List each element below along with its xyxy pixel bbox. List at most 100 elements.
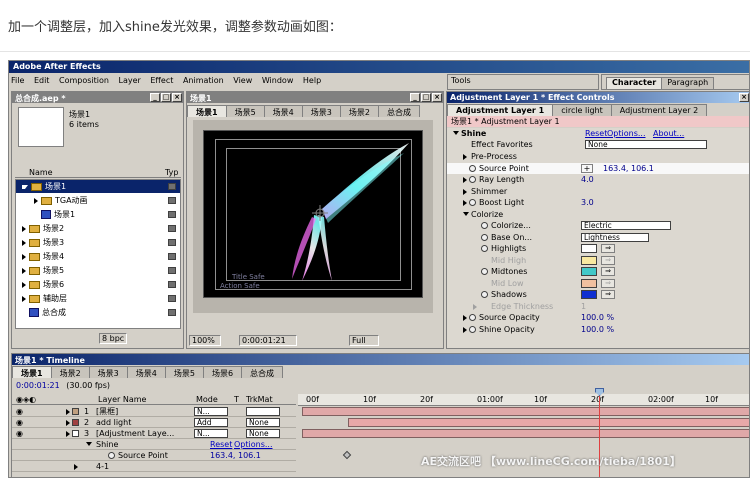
menu-layer[interactable]: Layer (119, 76, 141, 85)
menu-animation[interactable]: Animation (183, 76, 224, 85)
stopwatch-icon[interactable] (481, 245, 488, 252)
tab-comp-5[interactable]: 场景5 (225, 105, 265, 117)
menu-view[interactable]: View (233, 76, 252, 85)
trackmatte-dropdown[interactable]: None (246, 429, 280, 438)
tab-timeline-5[interactable]: 场景5 (164, 366, 204, 378)
close-button[interactable]: × (739, 93, 749, 102)
menu-window[interactable]: Window (262, 76, 294, 85)
label-color-swatch[interactable] (168, 295, 176, 302)
options-link[interactable]: Options... (234, 439, 273, 450)
project-item-2[interactable]: 场景1 (16, 208, 180, 221)
current-time-display[interactable]: 0:00:01:21 (239, 335, 297, 346)
expand-icon[interactable] (463, 177, 467, 183)
tab-comp-3[interactable]: 场景3 (301, 105, 341, 117)
expand-icon[interactable] (463, 154, 467, 160)
project-item-6[interactable]: 场景5 (16, 264, 180, 277)
base-on-dropdown[interactable]: Lightness (581, 233, 649, 242)
minimize-button[interactable]: _ (410, 93, 420, 102)
stopwatch-icon[interactable] (481, 291, 488, 298)
menu-help[interactable]: Help (303, 76, 321, 85)
eyedropper-icon[interactable]: ⇒ (601, 244, 615, 253)
tab-timeline-1[interactable]: 场景1 (12, 366, 52, 378)
eyedropper-icon[interactable]: ⇒ (601, 256, 615, 265)
source-point-row[interactable]: Source Point 163.4, 106.1 (12, 450, 296, 461)
eye-icon[interactable]: ◉ (16, 406, 23, 417)
expand-icon[interactable] (22, 281, 26, 288)
keyframe-icon[interactable] (342, 450, 352, 460)
layer-color-swatch[interactable] (72, 430, 79, 437)
label-color-swatch[interactable] (168, 197, 176, 204)
layer-row-2[interactable]: ◉ 2 add light Add None (12, 417, 296, 428)
tab-comp-1[interactable]: 场景1 (187, 105, 227, 117)
tab-timeline-3[interactable]: 场景3 (88, 366, 128, 378)
expand-icon[interactable] (473, 304, 477, 310)
layer-row-4[interactable]: 4-1 (12, 461, 296, 472)
trackmatte-dropdown[interactable] (246, 407, 280, 416)
label-color-swatch[interactable] (168, 253, 176, 260)
layer-row-3[interactable]: ◉ 3 [Adjustment Laye... N... None (12, 428, 296, 439)
shine-effect-row[interactable]: Shine Reset Options... (12, 439, 296, 450)
expand-icon[interactable] (86, 442, 92, 446)
eyedropper-icon[interactable]: ⇒ (601, 279, 615, 288)
tab-paragraph[interactable]: Paragraph (661, 77, 715, 89)
close-button[interactable]: × (432, 93, 442, 102)
stopwatch-icon[interactable] (481, 234, 488, 241)
expand-icon[interactable] (463, 200, 467, 206)
project-item-3[interactable]: 场景2 (16, 222, 180, 235)
expand-icon[interactable] (22, 267, 26, 274)
colorize-dropdown[interactable]: Electric (581, 221, 671, 230)
tab-timeline-2[interactable]: 场景2 (50, 366, 90, 378)
stopwatch-icon[interactable] (481, 268, 488, 275)
stopwatch-icon[interactable] (469, 314, 476, 321)
stopwatch-icon[interactable] (481, 222, 488, 229)
timeline-current-time[interactable]: 0:00:01:21 (16, 381, 60, 390)
menu-composition[interactable]: Composition (59, 76, 109, 85)
highlights-swatch[interactable] (581, 244, 597, 253)
project-item-7[interactable]: 场景6 (16, 278, 180, 291)
about-link[interactable]: About... (653, 128, 684, 139)
comp-viewer[interactable]: Title Safe Action Safe (193, 120, 433, 313)
expand-icon[interactable] (463, 327, 467, 333)
minimize-button[interactable]: _ (150, 93, 160, 102)
layer-color-swatch[interactable] (72, 408, 79, 415)
trackmatte-dropdown[interactable]: None (246, 418, 280, 427)
midtones-swatch[interactable] (581, 267, 597, 276)
resolution-dropdown[interactable]: Full (349, 335, 379, 346)
label-color-swatch[interactable] (168, 211, 176, 218)
tab-timeline-6[interactable]: 场景6 (202, 366, 243, 378)
expand-icon[interactable] (66, 431, 70, 437)
tab-timeline-final[interactable]: 总合成 (241, 366, 284, 378)
timeline-ruler[interactable]: 00f 10f 20f 01:00f 10f 20f 02:00f 10f (298, 394, 749, 406)
expand-icon[interactable] (453, 131, 459, 135)
stopwatch-icon[interactable] (469, 199, 476, 206)
menu-file[interactable]: File (11, 76, 24, 85)
menu-effect[interactable]: Effect (150, 76, 173, 85)
eyedropper-icon[interactable]: ⇒ (601, 267, 615, 276)
label-color-swatch[interactable] (168, 281, 176, 288)
stopwatch-icon[interactable] (469, 326, 476, 333)
zoom-dropdown[interactable]: 100% (189, 335, 221, 346)
bpc-button[interactable]: 8 bpc (99, 333, 128, 344)
source-opacity-value[interactable]: 100.0 % (581, 312, 614, 323)
expand-icon[interactable] (66, 409, 70, 415)
eye-icon[interactable]: ◉ (16, 417, 23, 428)
stopwatch-icon[interactable] (108, 452, 115, 459)
project-item-5[interactable]: 场景4 (16, 250, 180, 263)
tab-adjustment-layer-2[interactable]: Adjustment Layer 2 (610, 104, 708, 116)
tab-timeline-4[interactable]: 场景4 (126, 366, 166, 378)
tab-comp-final[interactable]: 总合成 (377, 105, 420, 117)
expand-icon[interactable] (74, 464, 78, 470)
expand-icon[interactable] (66, 420, 70, 426)
effect-favorites-dropdown[interactable]: None (585, 140, 707, 149)
layer-row-1[interactable]: ◉ 1 [黑框] N... (12, 406, 296, 417)
eyedropper-icon[interactable]: ⇒ (601, 290, 615, 299)
expand-icon[interactable] (463, 315, 467, 321)
label-color-swatch[interactable] (168, 309, 176, 316)
expand-icon[interactable] (22, 225, 26, 232)
mid-high-swatch[interactable] (581, 256, 597, 265)
boost-light-value[interactable]: 3.0 (581, 197, 594, 208)
reset-link[interactable]: Reset (210, 439, 232, 450)
layer-duration-bar[interactable] (348, 418, 749, 427)
blend-mode-dropdown[interactable]: N... (194, 429, 228, 438)
label-color-swatch[interactable] (168, 183, 176, 190)
